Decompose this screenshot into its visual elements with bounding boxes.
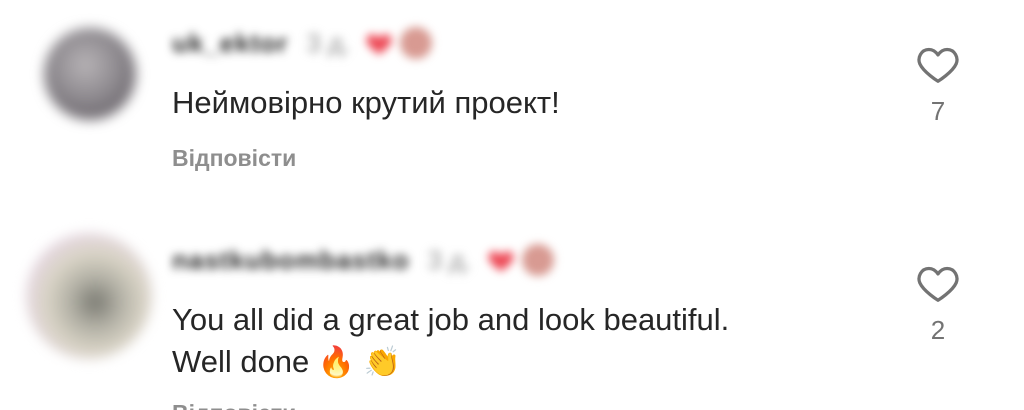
- heart-filled-icon: [488, 251, 514, 272]
- heart-outline-icon[interactable]: [916, 44, 960, 84]
- like-count: 2: [930, 315, 946, 345]
- comment-text: Неймовірно крутий проект!: [172, 85, 560, 120]
- reply-button[interactable]: Відповісти: [172, 145, 296, 172]
- avatar[interactable]: [44, 28, 136, 120]
- comment-item: uk_ektor 3 д. Неймовірно крутий проект! …: [0, 0, 1024, 215]
- author-avatar: [521, 244, 554, 276]
- fire-emoji: 🔥: [317, 346, 356, 379]
- comment-time: 3 д.: [306, 27, 351, 58]
- comment-text-body: You all did a great job and look beautif…: [172, 302, 730, 379]
- heart-outline-icon[interactable]: [916, 263, 960, 303]
- reply-button[interactable]: Відповісти: [172, 400, 296, 410]
- comment-time: 3 д.: [427, 244, 472, 275]
- comment-item: nastkubombastko 3 д. You all did a great…: [0, 215, 1024, 410]
- like-column: 2: [908, 263, 968, 346]
- comment-text: You all did a great job and look beautif…: [172, 299, 738, 384]
- comment-username[interactable]: nastkubombastko: [172, 245, 410, 276]
- comment-username[interactable]: uk_ektor: [172, 28, 288, 59]
- comments-page: uk_ektor 3 д. Неймовірно крутий проект! …: [0, 0, 1024, 410]
- clapping-hands-emoji: 👏: [363, 346, 402, 379]
- author-avatar: [400, 27, 433, 59]
- comment-meta: nastkubombastko 3 д.: [172, 243, 554, 277]
- like-count: 7: [930, 96, 946, 126]
- like-column: 7: [908, 44, 968, 127]
- avatar[interactable]: [26, 233, 152, 359]
- comment-meta: uk_ektor 3 д.: [172, 26, 433, 60]
- heart-filled-icon: [366, 34, 392, 55]
